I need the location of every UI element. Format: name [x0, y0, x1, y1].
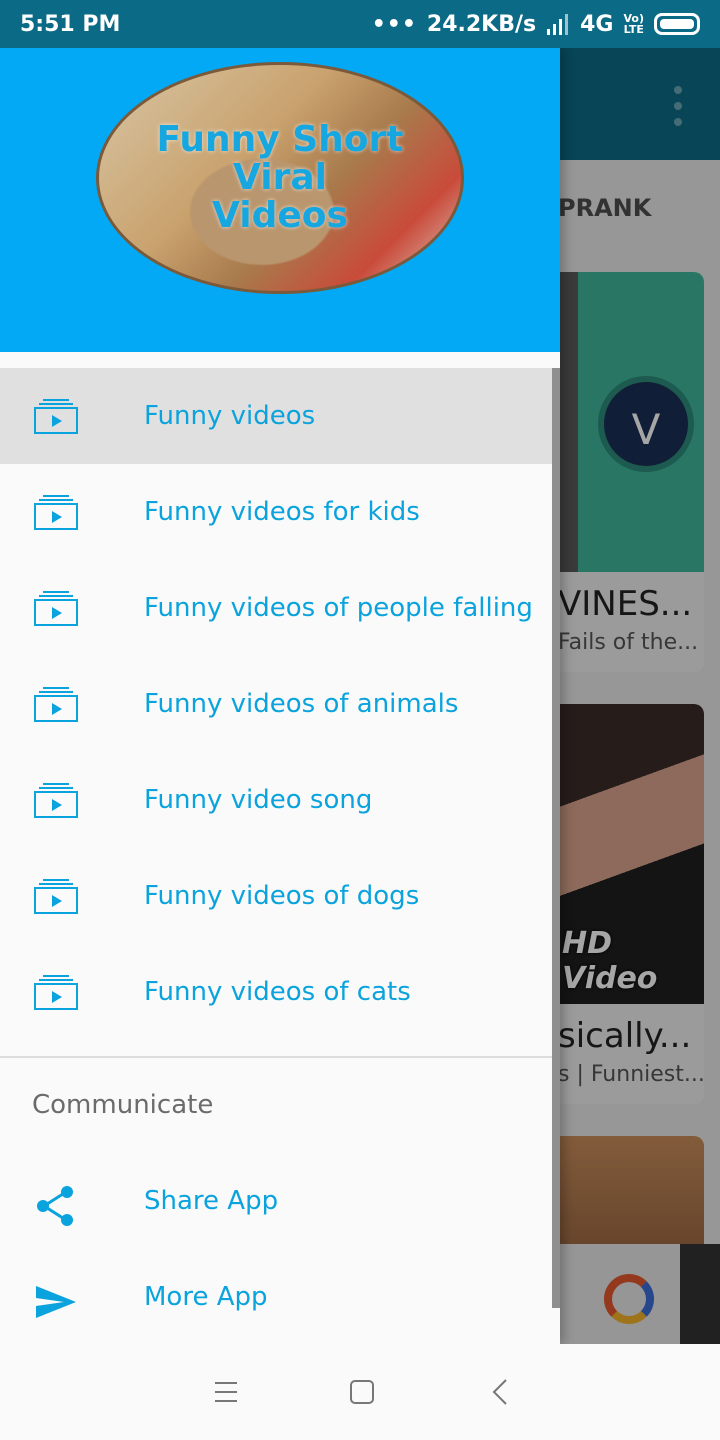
video-library-icon — [34, 975, 78, 1010]
menu-item-funny-videos[interactable]: Funny videos — [0, 368, 560, 464]
recents-icon[interactable] — [206, 1372, 246, 1412]
menu-item-label: Funny videos of cats — [144, 977, 411, 1007]
menu-item-funny-video-song[interactable]: Funny video song — [0, 752, 560, 848]
app-logo-text: Funny Short Viral Videos — [157, 121, 404, 235]
home-icon[interactable] — [342, 1372, 382, 1412]
menu-item-funny-videos-of-dogs[interactable]: Funny videos of dogs — [0, 848, 560, 944]
menu-item-funny-videos-of-people-falling[interactable]: Funny videos of people falling — [0, 560, 560, 656]
share-app-item[interactable]: Share App — [0, 1156, 560, 1252]
navigation-drawer: Funny Short Viral Videos Funny videos Fu… — [0, 48, 560, 1344]
drawer-header: Funny Short Viral Videos — [0, 48, 560, 352]
video-library-icon — [34, 399, 78, 434]
menu-item-funny-videos-of-cats[interactable]: Funny videos of cats — [0, 944, 560, 1040]
logo-line: Videos — [212, 195, 348, 236]
section-title-communicate: Communicate — [32, 1090, 214, 1120]
battery-icon — [654, 13, 700, 35]
drawer-menu: Funny videos Funny videos for kids Funny… — [0, 368, 560, 1040]
status-right: ••• 24.2KB/s 4G Vo) LTE — [372, 12, 700, 37]
status-bar: 5:51 PM ••• 24.2KB/s 4G Vo) LTE — [0, 0, 720, 48]
status-time: 5:51 PM — [20, 11, 121, 37]
volte-badge: Vo) LTE — [624, 13, 645, 35]
signal-icon — [547, 14, 569, 35]
drawer-divider — [0, 1056, 560, 1058]
network-speed: 24.2KB/s — [426, 11, 537, 37]
logo-line: Funny Short — [156, 119, 404, 160]
menu-item-funny-videos-of-animals[interactable]: Funny videos of animals — [0, 656, 560, 752]
drawer-scrollbar[interactable] — [552, 368, 560, 1308]
menu-item-label: Funny videos of dogs — [144, 881, 420, 911]
app-logo: Funny Short Viral Videos — [96, 62, 464, 294]
more-app-label: More App — [144, 1282, 268, 1312]
video-library-icon — [34, 495, 78, 530]
send-icon — [36, 1286, 76, 1318]
menu-item-label: Funny videos of people falling — [144, 593, 533, 623]
logo-line: Viral — [233, 157, 327, 198]
menu-item-label: Funny videos for kids — [144, 497, 420, 527]
more-app-item[interactable]: More App — [0, 1252, 560, 1344]
status-dots: ••• — [371, 11, 417, 37]
video-library-icon — [34, 687, 78, 722]
video-library-icon — [34, 879, 78, 914]
menu-item-label: Funny videos — [144, 401, 316, 431]
menu-item-label: Funny videos of animals — [144, 689, 459, 719]
back-icon[interactable] — [480, 1372, 520, 1412]
system-nav-bar — [0, 1344, 720, 1440]
menu-item-funny-videos-for-kids[interactable]: Funny videos for kids — [0, 464, 560, 560]
network-type: 4G — [580, 11, 614, 37]
video-library-icon — [34, 591, 78, 626]
volte-bottom: LTE — [623, 23, 644, 36]
menu-item-label: Funny video song — [144, 785, 373, 815]
video-library-icon — [34, 783, 78, 818]
share-app-label: Share App — [144, 1186, 279, 1216]
share-icon — [37, 1186, 73, 1226]
